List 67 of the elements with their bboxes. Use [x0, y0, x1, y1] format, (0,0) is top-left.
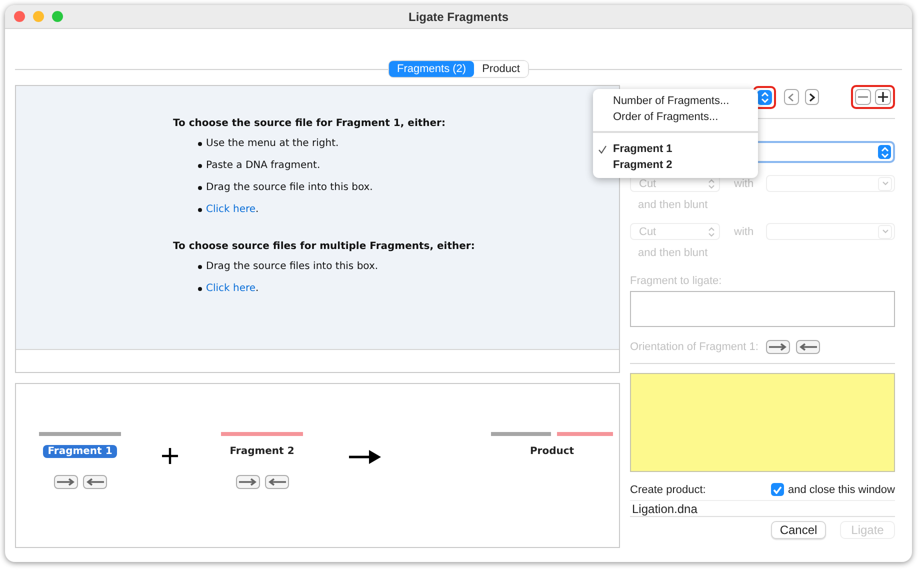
plus-icon	[161, 447, 179, 465]
click-here-link[interactable]: Click here	[206, 283, 256, 294]
forward-button[interactable]	[766, 340, 790, 354]
menu-item[interactable]: Fragment 1	[593, 141, 758, 157]
updown-chevron-icon	[760, 92, 768, 102]
add-button[interactable]	[875, 89, 891, 105]
bullet-icon	[198, 286, 202, 290]
left-arrow-icon	[84, 478, 104, 486]
instruction-text: Drag the source files into this box.	[206, 261, 378, 272]
forward-button[interactable]	[54, 475, 78, 489]
left-arrow-icon	[798, 343, 818, 351]
fragment-field[interactable]	[630, 291, 895, 327]
menu-item[interactable]: Fragment 2	[593, 157, 758, 173]
fragment-to-ligate-label: Fragment to ligate:	[630, 275, 723, 287]
bullet-icon	[198, 142, 202, 146]
checkbox[interactable]	[770, 483, 784, 496]
reverse-button[interactable]	[82, 475, 106, 489]
reverse-button[interactable]	[796, 340, 820, 354]
period-text: .	[256, 204, 259, 215]
previous-button[interactable]	[784, 89, 798, 105]
close-window-label: and close this window	[788, 484, 895, 496]
bullet-icon	[198, 208, 202, 212]
filename-field[interactable]: Ligation.dna	[630, 500, 895, 517]
click-here-link[interactable]: Click here	[206, 204, 256, 215]
cancel-button[interactable]: Cancel	[771, 521, 826, 539]
fragment-menu-button[interactable]	[757, 90, 772, 104]
window-title: Ligate Fragments	[408, 10, 509, 24]
right-arrow-icon	[349, 450, 381, 464]
with-label: with	[734, 178, 754, 190]
instruction-text: Paste a DNA fragment.	[206, 160, 320, 171]
updown-chevron-icon	[878, 145, 891, 159]
menu-item[interactable]: Number of Fragments...	[593, 93, 758, 109]
product-bar	[491, 432, 551, 436]
blunt-label: and then blunt	[638, 199, 709, 211]
left-arrow-icon	[266, 478, 286, 486]
bullet-icon	[198, 164, 202, 168]
product-label: Product	[530, 445, 574, 458]
instruction-text: Drag the source file into this box.	[206, 182, 373, 193]
fragment-label[interactable]: Fragment 2	[224, 445, 300, 458]
orientation-label: Orientation of Fragment 1:	[630, 341, 758, 353]
fragment-label[interactable]: Fragment 1	[42, 445, 118, 458]
plus-icon	[878, 92, 888, 102]
instruction-heading: To choose source files for multiple Fragments, either:	[173, 241, 476, 252]
right-chevron-icon	[808, 92, 815, 102]
down-chevron-icon	[878, 224, 892, 238]
blunt-label: and then blunt	[638, 247, 709, 259]
create-product-label: Create product:	[630, 484, 707, 496]
product-bar	[557, 432, 613, 436]
down-chevron-icon	[878, 176, 892, 190]
period-text: .	[256, 283, 259, 294]
with-label: with	[734, 226, 754, 238]
checkmark-icon	[598, 144, 607, 154]
instruction-text: Use the menu at the right.	[206, 138, 339, 149]
forward-button[interactable]	[236, 475, 260, 489]
right-arrow-icon	[238, 478, 258, 486]
bullet-icon	[198, 186, 202, 190]
updown-chevron-icon	[708, 178, 715, 188]
right-arrow-icon	[56, 478, 76, 486]
left-chevron-icon	[788, 92, 794, 102]
instruction-heading: To choose the source file for Fragment 1, either:	[173, 118, 446, 129]
bullet-icon	[198, 264, 202, 268]
reverse-button[interactable]	[264, 475, 288, 489]
updown-chevron-icon	[708, 226, 715, 236]
close-icon[interactable]	[14, 11, 25, 22]
right-arrow-icon	[768, 343, 788, 351]
next-button[interactable]	[804, 89, 819, 105]
menu-item[interactable]: Order of Fragments...	[593, 109, 758, 125]
